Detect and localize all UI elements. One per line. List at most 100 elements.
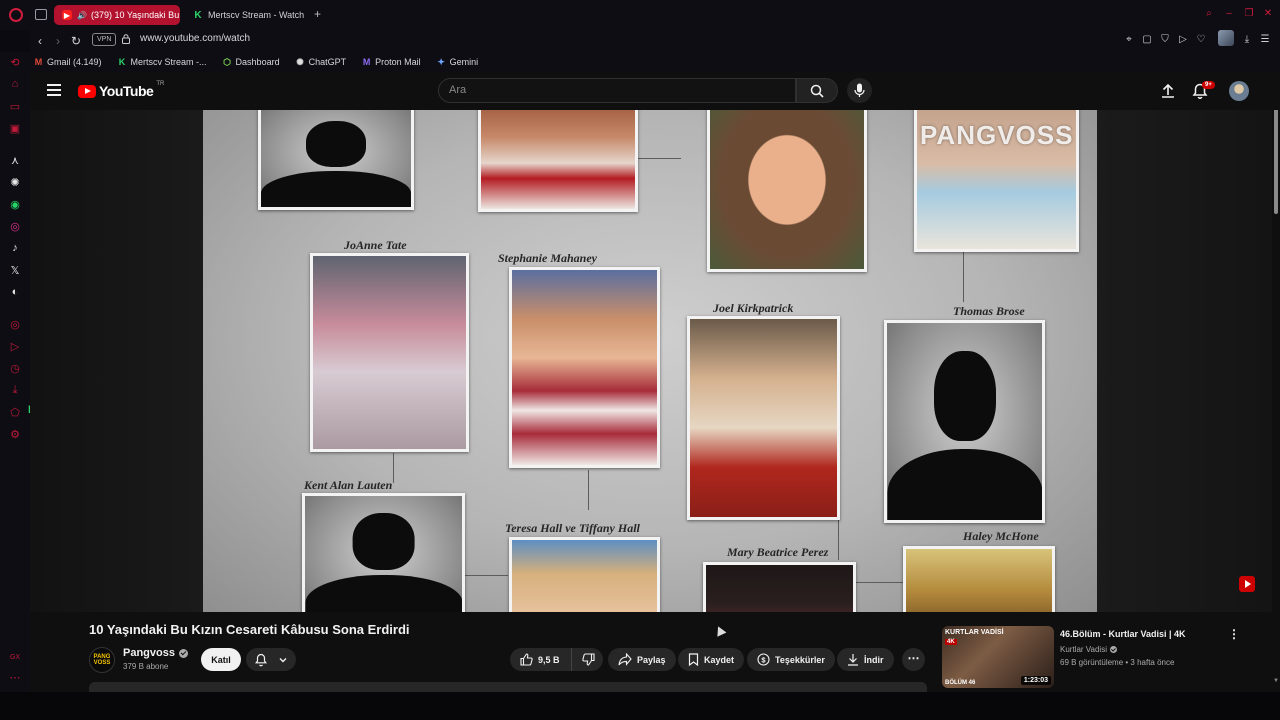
save-button[interactable]: Kaydet <box>678 648 745 671</box>
video-player[interactable]: PANGVOSS JoAnne Tate Stephanie Mahaney J… <box>30 110 1272 612</box>
download-icon[interactable]: ⤓ <box>1240 33 1254 47</box>
thanks-button[interactable]: $ Teşekkürler <box>747 648 835 671</box>
bookmarks-bar: M Gmail (4.149) K Mertscv Stream -... ⬡ Das… <box>30 52 1280 72</box>
recommended-title[interactable]: 46.Bölüm - Kurtlar Vadisi | 4K <box>1060 629 1186 639</box>
connector-line <box>963 250 964 302</box>
scrollbar[interactable]: ▲ ▼ <box>1272 72 1280 692</box>
whatsapp-icon[interactable]: ◉ <box>8 197 22 211</box>
upload-icon[interactable] <box>1159 82 1177 100</box>
gx-corner-icon[interactable]: ▣ <box>8 121 22 135</box>
search-box[interactable] <box>438 78 796 103</box>
subscriber-count: 379 B abone <box>123 662 169 671</box>
youtube-logo[interactable]: YouTube TR <box>78 81 164 99</box>
back-icon[interactable]: ‹ <box>32 33 48 49</box>
player-icon[interactable]: ◎ <box>8 317 22 331</box>
profile-avatar[interactable] <box>1218 30 1234 46</box>
easy-setup-icon[interactable]: ☰ <box>1258 33 1272 47</box>
thumbnail-title: KURTLAR VADİSİ <box>945 629 1004 636</box>
youtube-header: YouTube TR 9+ <box>30 72 1280 110</box>
bookmark-gmail[interactable]: M Gmail (4.149) <box>34 57 102 67</box>
recommended-menu-icon[interactable]: ⋮ <box>1228 628 1240 640</box>
download-button[interactable]: İndir <box>837 648 894 671</box>
bookmark-proton[interactable]: M Proton Mail <box>362 57 421 67</box>
downloads-icon[interactable]: ⤓ <box>8 383 22 397</box>
settings-gear-icon[interactable]: ⚙ <box>8 427 22 441</box>
aria-icon[interactable]: ⋏ <box>8 153 22 167</box>
youtube-play-icon <box>78 84 96 98</box>
speaker-icon[interactable]: 🔊 <box>77 11 87 20</box>
forward-icon[interactable]: › <box>50 33 66 49</box>
new-tab-plus-icon[interactable]: + <box>311 8 324 21</box>
bookmark-dashboard[interactable]: ⬡ Dashboard <box>223 57 280 67</box>
recommended-channel[interactable]: Kurtlar Vadisi <box>1060 645 1117 654</box>
lock-icon <box>122 34 130 44</box>
heart-icon[interactable]: ♡ <box>1194 33 1208 47</box>
close-icon[interactable]: ✕ <box>1262 8 1274 20</box>
opera-logo-icon[interactable] <box>9 8 23 22</box>
history-icon[interactable]: ◷ <box>8 361 22 375</box>
tab-menu-icon[interactable] <box>35 9 47 20</box>
reload-icon[interactable]: ↻ <box>68 33 84 49</box>
more-options-icon[interactable]: ⋯ <box>8 670 22 684</box>
connector-line <box>588 470 589 510</box>
snapshot-icon[interactable]: ▢ <box>1140 33 1154 47</box>
channel-avatar[interactable]: PANG VOSS <box>89 647 115 673</box>
verified-check-icon <box>1109 646 1117 653</box>
minimize-icon[interactable]: – <box>1223 8 1235 20</box>
more-actions-button[interactable]: ⋯ <box>902 648 925 671</box>
url-field[interactable]: www.youtube.com/watch <box>140 33 250 44</box>
like-button[interactable]: 9,5 B <box>510 648 572 671</box>
extensions-icon[interactable]: ⬠ <box>8 405 22 419</box>
subscription-bell-button[interactable] <box>246 648 296 671</box>
tab-youtube[interactable]: ▶ 🔊 (379) 10 Yaşındaki Bu <box>54 5 180 25</box>
account-avatar[interactable] <box>1229 81 1249 101</box>
bookmark-label: Dashboard <box>235 57 280 67</box>
send-icon[interactable]: ▷ <box>1176 33 1190 47</box>
recommended-video[interactable]: KURTLAR VADİSİ 4K BÖLÜM 46 1:23:03 46.Bö… <box>942 626 1242 688</box>
flow-icon[interactable]: ▷ <box>8 339 22 353</box>
voice-search-button[interactable] <box>847 78 872 103</box>
youtube-mini-logo-icon[interactable] <box>1239 576 1255 592</box>
bookmark-label: Gemini <box>449 57 479 67</box>
verified-check-icon <box>178 648 188 658</box>
channel-name[interactable]: Pangvoss <box>123 647 188 659</box>
scroll-down-icon[interactable]: ▼ <box>1272 678 1280 684</box>
join-button[interactable]: Katıl <box>201 648 241 671</box>
bookmark-gemini[interactable]: ✦ Gemini <box>437 57 479 67</box>
bookmark-chatgpt[interactable]: ✺ ChatGPT <box>296 56 346 67</box>
thumbs-down-icon <box>581 653 595 666</box>
tab-kick[interactable]: K Mertscv Stream - Watch L <box>185 5 305 25</box>
share-button[interactable]: Paylaş <box>608 648 676 671</box>
gx-icon[interactable]: GX <box>8 650 22 664</box>
video-letterbox-left <box>30 110 203 612</box>
shield-icon[interactable]: ⛉ <box>1158 33 1172 47</box>
search-button[interactable] <box>796 78 838 103</box>
vpn-badge[interactable]: VPN <box>92 33 117 46</box>
name-label: Teresa Hall ve Tiffany Hall <box>505 521 640 535</box>
download-label: İndir <box>864 654 884 665</box>
browser-window: ▶ 🔊 (379) 10 Yaşındaki Bu K Mertscv Stre… <box>0 0 1280 720</box>
recommended-channel-name: Kurtlar Vadisi <box>1060 645 1107 654</box>
crypto-wallet-icon[interactable]: ⌂ <box>8 77 22 91</box>
search-input[interactable] <box>449 84 749 96</box>
dislike-button[interactable] <box>573 648 603 671</box>
bookmark-kick[interactable]: K Mertscv Stream -... <box>118 57 207 67</box>
discord-icon[interactable]: ◐ <box>8 285 22 299</box>
menu-icon[interactable] <box>47 84 61 96</box>
chatgpt-sidebar-icon[interactable]: ✺ <box>8 175 22 189</box>
messenger-icon[interactable]: ▭ <box>8 99 22 113</box>
description-box[interactable] <box>89 682 927 692</box>
tiktok-icon[interactable]: ♪ <box>8 241 22 255</box>
search-tabs-icon[interactable]: ⌕ <box>1203 8 1215 20</box>
instagram-icon[interactable]: ◎ <box>8 219 22 233</box>
maximize-icon[interactable]: ❐ <box>1243 8 1255 20</box>
video-frame[interactable]: PANGVOSS JoAnne Tate Stephanie Mahaney J… <box>203 110 1097 612</box>
recommended-thumbnail[interactable]: KURTLAR VADİSİ 4K BÖLÜM 46 1:23:03 <box>942 626 1054 688</box>
opera-ai-icon[interactable]: ⟲ <box>8 55 22 69</box>
pin-icon[interactable]: ⌖ <box>1122 33 1136 47</box>
video-duration: 1:23:03 <box>1020 676 1051 685</box>
photo-silhouette <box>302 493 465 612</box>
x-icon[interactable]: 𝕏 <box>8 263 22 277</box>
chatgpt-icon: ✺ <box>296 56 304 67</box>
youtube-wordmark: YouTube <box>99 83 154 99</box>
